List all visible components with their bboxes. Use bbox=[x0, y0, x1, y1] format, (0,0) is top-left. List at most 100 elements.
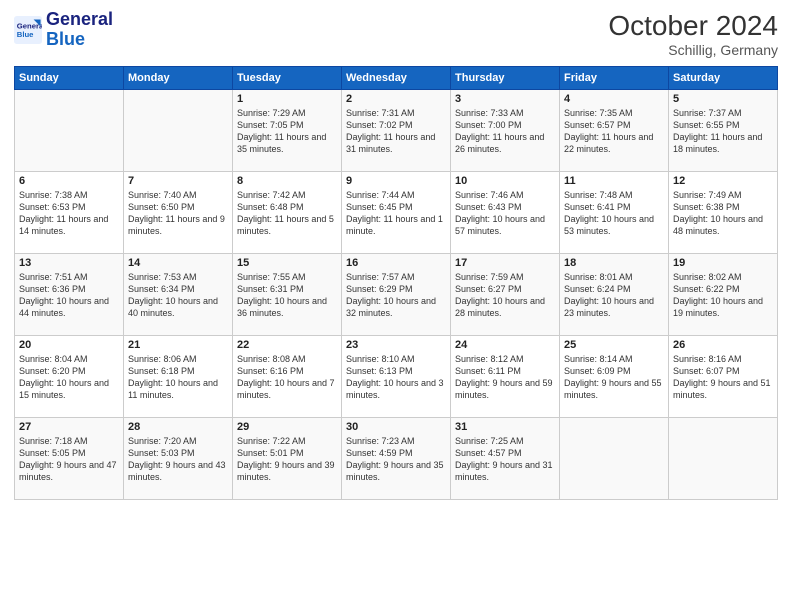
day-number: 6 bbox=[19, 175, 119, 187]
cell-4-0: 27Sunrise: 7:18 AM Sunset: 5:05 PM Dayli… bbox=[15, 418, 124, 500]
cell-info: Sunrise: 7:31 AM Sunset: 7:02 PM Dayligh… bbox=[346, 107, 446, 156]
cell-0-1 bbox=[124, 90, 233, 172]
cell-info: Sunrise: 7:44 AM Sunset: 6:45 PM Dayligh… bbox=[346, 189, 446, 238]
day-number: 23 bbox=[346, 339, 446, 351]
month-title: October 2024 bbox=[608, 10, 778, 42]
cell-2-3: 16 Sunrise: 7:57 AM Sunset: 6:29 PM Dayli… bbox=[342, 254, 451, 336]
cell-2-0: 13Sunrise: 7:51 AM Sunset: 6:36 PM Dayli… bbox=[15, 254, 124, 336]
col-tuesday: Tuesday bbox=[233, 67, 342, 90]
day-number: 3 bbox=[455, 93, 555, 105]
day-number: 28 bbox=[128, 421, 228, 433]
calendar-body: 1Sunrise: 7:29 AM Sunset: 7:05 PM Daylig… bbox=[15, 90, 778, 500]
cell-3-6: 26 Sunrise: 8:16 AM Sunset: 6:07 PM Dayli… bbox=[669, 336, 778, 418]
cell-info: Sunrise: 7:59 AM Sunset: 6:27 PM Dayligh… bbox=[455, 271, 555, 320]
cell-3-2: 22 Sunrise: 8:08 AM Sunset: 6:16 PM Dayli… bbox=[233, 336, 342, 418]
day-number: 15 bbox=[237, 257, 337, 269]
day-number: 29 bbox=[237, 421, 337, 433]
logo-icon: General Blue bbox=[14, 16, 42, 44]
day-number: 17 bbox=[455, 257, 555, 269]
svg-text:Blue: Blue bbox=[17, 30, 34, 39]
cell-info: Sunrise: 8:02 AM Sunset: 6:22 PM Dayligh… bbox=[673, 271, 773, 320]
day-number: 16 bbox=[346, 257, 446, 269]
day-number: 19 bbox=[673, 257, 773, 269]
day-number: 11 bbox=[564, 175, 664, 187]
cell-4-1: 28 Sunrise: 7:20 AM Sunset: 5:03 PM Dayli… bbox=[124, 418, 233, 500]
day-number: 4 bbox=[564, 93, 664, 105]
col-wednesday: Wednesday bbox=[342, 67, 451, 90]
cell-info: Sunrise: 8:14 AM Sunset: 6:09 PM Dayligh… bbox=[564, 353, 664, 402]
logo-text-blue: Blue bbox=[46, 30, 113, 50]
cell-4-4: 31Sunrise: 7:25 AM Sunset: 4:57 PM Dayli… bbox=[451, 418, 560, 500]
cell-info: Sunrise: 7:25 AM Sunset: 4:57 PM Dayligh… bbox=[455, 435, 555, 484]
cell-1-3: 9 Sunrise: 7:44 AM Sunset: 6:45 PM Daylig… bbox=[342, 172, 451, 254]
cell-info: Sunrise: 7:38 AM Sunset: 6:53 PM Dayligh… bbox=[19, 189, 119, 238]
week-row-1: 1Sunrise: 7:29 AM Sunset: 7:05 PM Daylig… bbox=[15, 90, 778, 172]
cell-0-5: 4 Sunrise: 7:35 AM Sunset: 6:57 PM Daylig… bbox=[560, 90, 669, 172]
week-row-3: 13Sunrise: 7:51 AM Sunset: 6:36 PM Dayli… bbox=[15, 254, 778, 336]
day-number: 10 bbox=[455, 175, 555, 187]
day-number: 2 bbox=[346, 93, 446, 105]
logo-text-general: General bbox=[46, 10, 113, 30]
cell-info: Sunrise: 7:49 AM Sunset: 6:38 PM Dayligh… bbox=[673, 189, 773, 238]
cell-info: Sunrise: 7:22 AM Sunset: 5:01 PM Dayligh… bbox=[237, 435, 337, 484]
cell-info: Sunrise: 7:23 AM Sunset: 4:59 PM Dayligh… bbox=[346, 435, 446, 484]
day-number: 25 bbox=[564, 339, 664, 351]
cell-4-2: 29 Sunrise: 7:22 AM Sunset: 5:01 PM Dayli… bbox=[233, 418, 342, 500]
day-number: 26 bbox=[673, 339, 773, 351]
cell-1-1: 7 Sunrise: 7:40 AM Sunset: 6:50 PM Daylig… bbox=[124, 172, 233, 254]
day-number: 8 bbox=[237, 175, 337, 187]
cell-3-1: 21Sunrise: 8:06 AM Sunset: 6:18 PM Dayli… bbox=[124, 336, 233, 418]
weekday-row: Sunday Monday Tuesday Wednesday Thursday… bbox=[15, 67, 778, 90]
cell-info: Sunrise: 7:37 AM Sunset: 6:55 PM Dayligh… bbox=[673, 107, 773, 156]
cell-2-6: 19 Sunrise: 8:02 AM Sunset: 6:22 PM Dayli… bbox=[669, 254, 778, 336]
cell-info: Sunrise: 7:40 AM Sunset: 6:50 PM Dayligh… bbox=[128, 189, 228, 238]
location-subtitle: Schillig, Germany bbox=[608, 42, 778, 58]
day-number: 22 bbox=[237, 339, 337, 351]
col-friday: Friday bbox=[560, 67, 669, 90]
cell-info: Sunrise: 8:10 AM Sunset: 6:13 PM Dayligh… bbox=[346, 353, 446, 402]
day-number: 21 bbox=[128, 339, 228, 351]
day-number: 18 bbox=[564, 257, 664, 269]
cell-0-4: 3 Sunrise: 7:33 AM Sunset: 7:00 PM Daylig… bbox=[451, 90, 560, 172]
cell-info: Sunrise: 7:57 AM Sunset: 6:29 PM Dayligh… bbox=[346, 271, 446, 320]
cell-info: Sunrise: 7:51 AM Sunset: 6:36 PM Dayligh… bbox=[19, 271, 119, 320]
cell-1-6: 12 Sunrise: 7:49 AM Sunset: 6:38 PM Dayli… bbox=[669, 172, 778, 254]
day-number: 12 bbox=[673, 175, 773, 187]
day-number: 20 bbox=[19, 339, 119, 351]
cell-0-6: 5 Sunrise: 7:37 AM Sunset: 6:55 PM Daylig… bbox=[669, 90, 778, 172]
cell-info: Sunrise: 8:16 AM Sunset: 6:07 PM Dayligh… bbox=[673, 353, 773, 402]
cell-2-1: 14Sunrise: 7:53 AM Sunset: 6:34 PM Dayli… bbox=[124, 254, 233, 336]
cell-3-5: 25 Sunrise: 8:14 AM Sunset: 6:09 PM Dayli… bbox=[560, 336, 669, 418]
col-saturday: Saturday bbox=[669, 67, 778, 90]
page: General Blue General Blue October 2024 S… bbox=[0, 0, 792, 612]
day-number: 7 bbox=[128, 175, 228, 187]
title-block: October 2024 Schillig, Germany bbox=[608, 10, 778, 58]
header: General Blue General Blue October 2024 S… bbox=[14, 10, 778, 58]
cell-info: Sunrise: 8:01 AM Sunset: 6:24 PM Dayligh… bbox=[564, 271, 664, 320]
cell-info: Sunrise: 8:08 AM Sunset: 6:16 PM Dayligh… bbox=[237, 353, 337, 402]
cell-3-4: 24 Sunrise: 8:12 AM Sunset: 6:11 PM Dayli… bbox=[451, 336, 560, 418]
col-monday: Monday bbox=[124, 67, 233, 90]
cell-1-4: 10 Sunrise: 7:46 AM Sunset: 6:43 PM Dayli… bbox=[451, 172, 560, 254]
cell-4-6 bbox=[669, 418, 778, 500]
day-number: 24 bbox=[455, 339, 555, 351]
cell-info: Sunrise: 8:04 AM Sunset: 6:20 PM Dayligh… bbox=[19, 353, 119, 402]
cell-2-5: 18 Sunrise: 8:01 AM Sunset: 6:24 PM Dayli… bbox=[560, 254, 669, 336]
cell-0-2: 1Sunrise: 7:29 AM Sunset: 7:05 PM Daylig… bbox=[233, 90, 342, 172]
col-thursday: Thursday bbox=[451, 67, 560, 90]
cell-info: Sunrise: 7:33 AM Sunset: 7:00 PM Dayligh… bbox=[455, 107, 555, 156]
cell-4-3: 30Sunrise: 7:23 AM Sunset: 4:59 PM Dayli… bbox=[342, 418, 451, 500]
cell-info: Sunrise: 7:46 AM Sunset: 6:43 PM Dayligh… bbox=[455, 189, 555, 238]
day-number: 9 bbox=[346, 175, 446, 187]
day-number: 27 bbox=[19, 421, 119, 433]
col-sunday: Sunday bbox=[15, 67, 124, 90]
week-row-2: 6 Sunrise: 7:38 AM Sunset: 6:53 PM Daylig… bbox=[15, 172, 778, 254]
cell-info: Sunrise: 8:12 AM Sunset: 6:11 PM Dayligh… bbox=[455, 353, 555, 402]
cell-info: Sunrise: 7:20 AM Sunset: 5:03 PM Dayligh… bbox=[128, 435, 228, 484]
cell-info: Sunrise: 7:35 AM Sunset: 6:57 PM Dayligh… bbox=[564, 107, 664, 156]
cell-1-5: 11Sunrise: 7:48 AM Sunset: 6:41 PM Dayli… bbox=[560, 172, 669, 254]
cell-3-3: 23 Sunrise: 8:10 AM Sunset: 6:13 PM Dayli… bbox=[342, 336, 451, 418]
week-row-4: 20 Sunrise: 8:04 AM Sunset: 6:20 PM Dayli… bbox=[15, 336, 778, 418]
day-number: 5 bbox=[673, 93, 773, 105]
cell-1-0: 6 Sunrise: 7:38 AM Sunset: 6:53 PM Daylig… bbox=[15, 172, 124, 254]
